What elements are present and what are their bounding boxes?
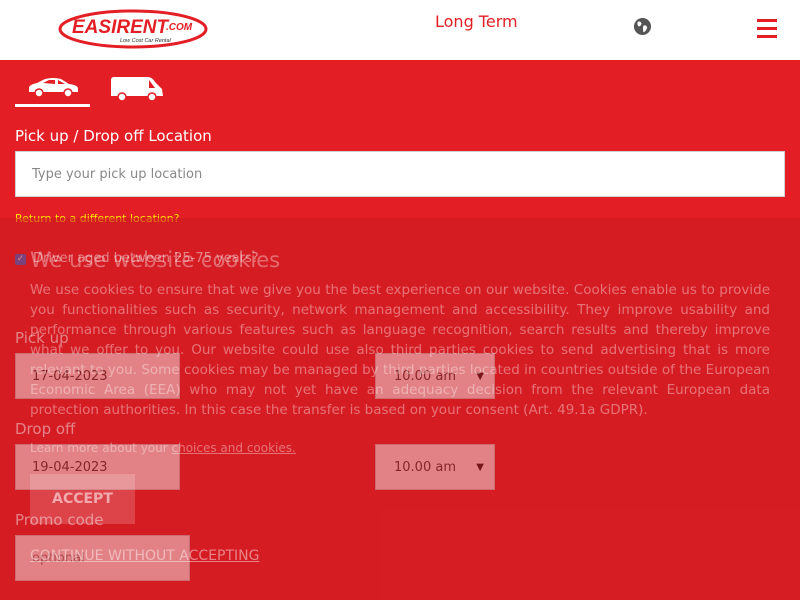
- cookie-body: We use cookies to ensure that we give yo…: [30, 282, 770, 418]
- cookie-choices-link[interactable]: choices and cookies.: [172, 441, 296, 455]
- cookie-learn-more: Learn more about your choices and cookie…: [30, 441, 296, 455]
- cookie-continue-without-accepting-link[interactable]: CONTINUE WITHOUT ACCEPTING: [30, 548, 259, 564]
- return-different-location-link[interactable]: Return to a different location?: [15, 212, 179, 225]
- site-header: EASIRENT .COM Low Cost Car Rental Long T…: [0, 0, 800, 60]
- cookie-title: We use website cookies: [30, 248, 281, 272]
- chevron-down-icon: ▼: [476, 461, 484, 473]
- globe-icon[interactable]: [633, 17, 652, 36]
- easirent-logo[interactable]: EASIRENT .COM Low Cost Car Rental: [58, 8, 208, 50]
- dropoff-time-value: 10.00 am: [394, 459, 456, 475]
- car-icon: [29, 78, 78, 98]
- location-label: Pick up / Drop off Location: [15, 127, 212, 145]
- van-tab[interactable]: [108, 76, 168, 104]
- dropoff-label: Drop off: [15, 420, 76, 438]
- driver-age-checkbox[interactable]: ✓: [15, 253, 26, 265]
- svg-text:EASIRENT: EASIRENT: [72, 17, 169, 38]
- cookie-accept-button[interactable]: ACCEPT: [30, 474, 135, 524]
- nav-long-term-link[interactable]: Long Term: [435, 12, 518, 31]
- hamburger-menu-icon[interactable]: [757, 19, 777, 39]
- svg-text:Low Cost Car Rental: Low Cost Car Rental: [120, 38, 172, 44]
- cookie-learn-more-prefix: Learn more about your: [30, 441, 172, 455]
- pickup-location-input[interactable]: Type your pick up location: [15, 151, 785, 197]
- dropoff-time-select[interactable]: 10.00 am ▼: [375, 444, 495, 490]
- car-tab[interactable]: [15, 76, 90, 107]
- svg-text:.COM: .COM: [166, 22, 193, 33]
- van-icon: [111, 77, 163, 102]
